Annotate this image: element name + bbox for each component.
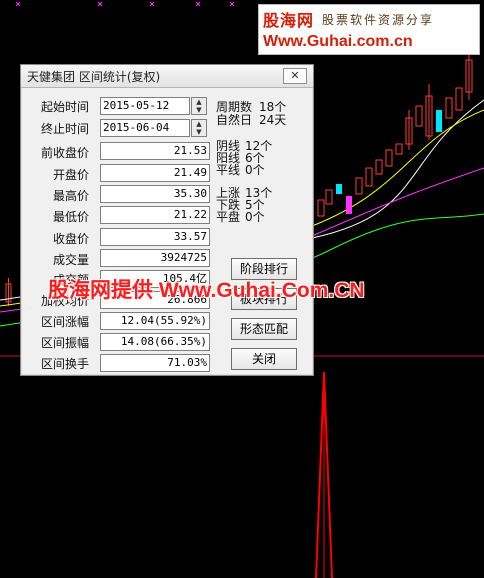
dialog-titlebar[interactable]: 天健集团 区间统计(复权) ✕	[21, 65, 313, 88]
volume-value: 3924725	[100, 249, 210, 267]
pattern-match-button[interactable]: 形态匹配	[231, 318, 297, 340]
spin-up-icon[interactable]: ▲	[192, 98, 206, 106]
natural-days-value: 24天	[259, 113, 287, 127]
start-time-spinner[interactable]: ▲ ▼	[191, 97, 207, 115]
prev-close-value: 21.53	[100, 142, 210, 160]
close-label: 收盘价	[52, 232, 89, 246]
watermark-slogan: 股票软件资源分享	[322, 12, 435, 27]
open-value: 21.49	[100, 164, 210, 182]
prev-close-label: 前收盘价	[40, 146, 89, 160]
interval-statistics-dialog: 天健集团 区间统计(复权) ✕ 起始时间 2015-05-12 ▲ ▼ 终止时间 …	[20, 64, 314, 376]
flat-lines-value: 0个	[245, 163, 265, 177]
start-time-label: 起始时间	[40, 100, 89, 114]
flat-count-label: 平盘	[216, 210, 241, 224]
site-watermark-banner: 股海网 股票软件资源分享 Www.Guhai.com.cn	[258, 4, 480, 55]
open-label: 开盘价	[52, 168, 89, 182]
range-change-label: 区间涨幅	[40, 315, 89, 329]
end-time-spinner[interactable]: ▲ ▼	[191, 119, 207, 137]
range-change-value: 12.04(55.92%)	[100, 312, 210, 330]
natural-days-label: 自然日	[216, 113, 253, 127]
spin-up-icon[interactable]: ▲	[192, 120, 206, 128]
end-time-label: 终止时间	[40, 122, 89, 136]
volume-label: 成交量	[52, 253, 89, 267]
spin-down-icon[interactable]: ▼	[192, 106, 206, 114]
top-signal-marks	[15, 1, 235, 7]
high-label: 最高价	[52, 189, 89, 203]
overlay-watermark: 股海网提供 Www.Guhai.Com.CN	[48, 279, 365, 302]
spin-down-icon[interactable]: ▼	[192, 128, 206, 136]
watermark-brand: 股海网	[263, 11, 315, 30]
low-value: 21.22	[100, 206, 210, 224]
range-amplitude-value: 14.08(66.35%)	[100, 333, 210, 351]
flat-count-value: 0个	[245, 210, 265, 224]
high-value: 35.30	[100, 185, 210, 203]
right-candles	[317, 52, 473, 217]
end-time-input[interactable]: 2015-06-04	[100, 119, 190, 137]
turnover-value: 71.03%	[100, 354, 210, 372]
flat-lines-label: 平线	[216, 163, 241, 177]
turnover-label: 区间换手	[40, 357, 89, 371]
close-button[interactable]: 关闭	[231, 348, 297, 370]
start-time-input[interactable]: 2015-05-12	[100, 97, 190, 115]
range-amplitude-label: 区间振幅	[40, 336, 89, 350]
left-candles	[5, 278, 12, 306]
close-icon[interactable]: ✕	[283, 68, 307, 84]
close-value: 33.57	[100, 228, 210, 246]
dialog-title: 天健集团 区间统计(复权)	[27, 69, 161, 84]
low-label: 最低价	[52, 210, 89, 224]
watermark-url: Www.Guhai.com.cn	[263, 33, 413, 50]
